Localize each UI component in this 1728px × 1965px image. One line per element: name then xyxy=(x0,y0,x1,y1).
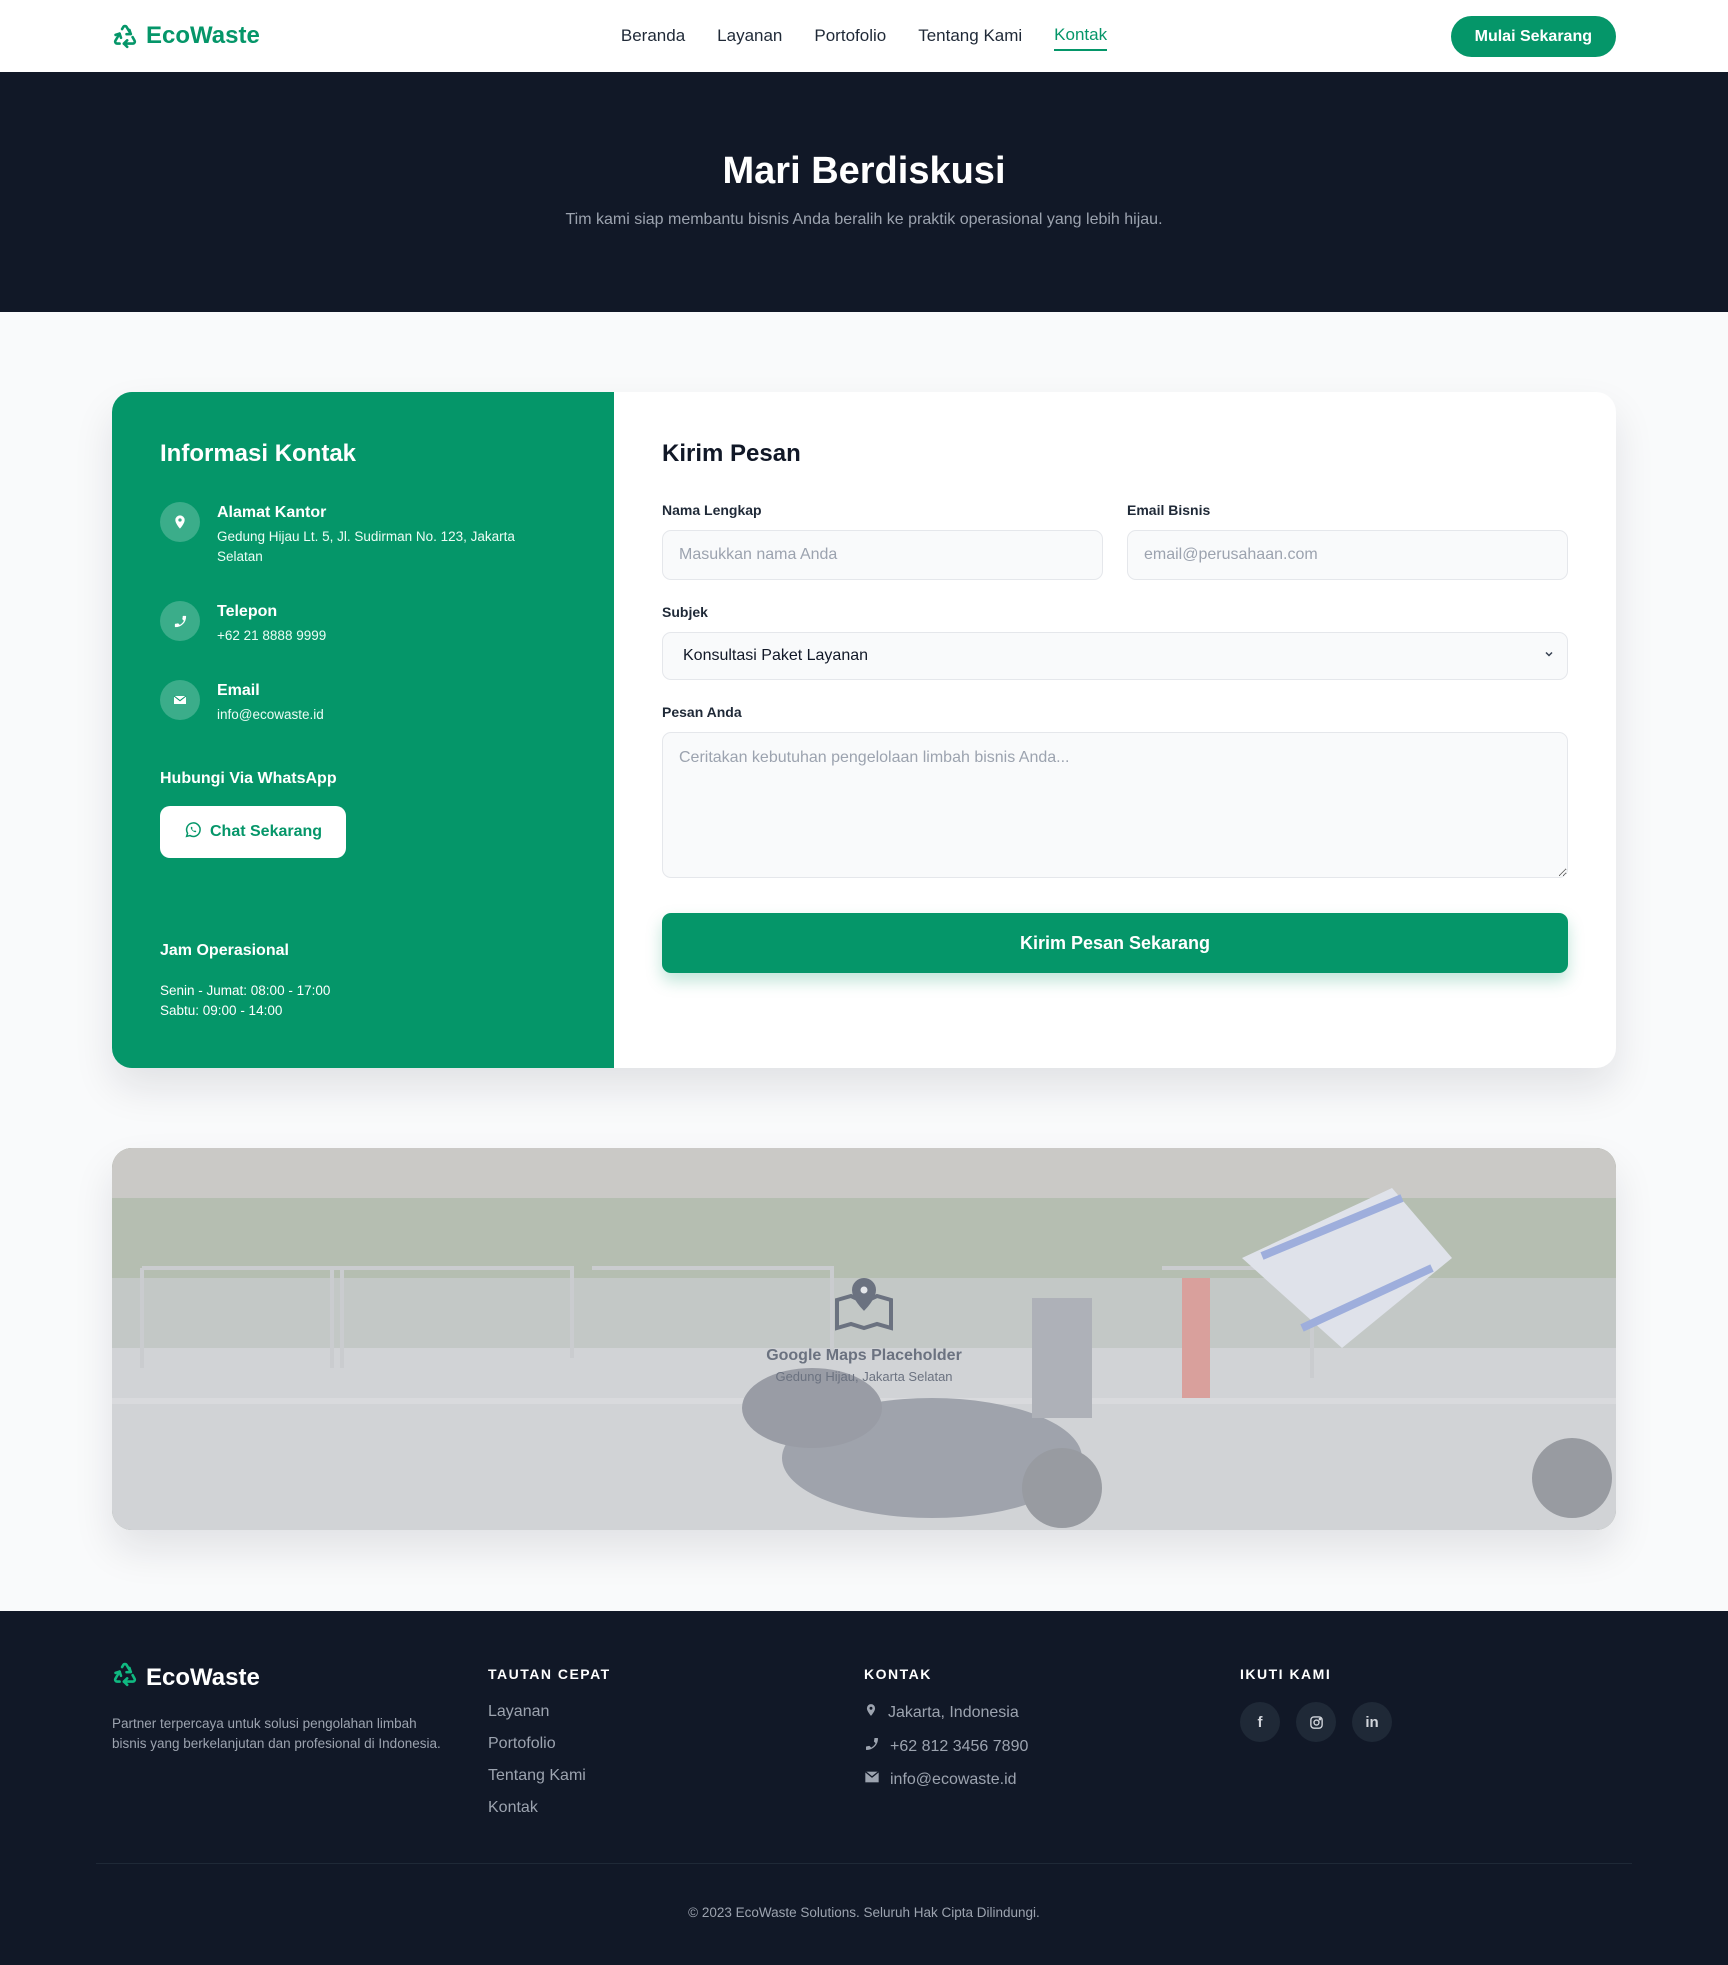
social-links: f in xyxy=(1240,1702,1616,1742)
chevron-down-icon xyxy=(1543,647,1555,665)
nav-link-kontak[interactable]: Kontak xyxy=(1054,21,1108,51)
map-icon xyxy=(829,1277,899,1336)
footer-contact: KONTAK Jakarta, Indonesia +62 812 3456 7… xyxy=(864,1661,1240,1830)
email-label: Email Bisnis xyxy=(1127,502,1211,518)
phone-icon xyxy=(160,601,200,641)
envelope-icon xyxy=(160,680,200,720)
instagram-icon[interactable] xyxy=(1296,1702,1336,1742)
brand-logo[interactable]: EcoWaste xyxy=(112,22,260,50)
map-pin-icon xyxy=(864,1702,878,1723)
whatsapp-icon xyxy=(184,821,202,844)
footer: EcoWaste Partner terpercaya untuk solusi… xyxy=(0,1611,1728,1965)
nav-link-tentang-kami[interactable]: Tentang Kami xyxy=(918,22,1022,50)
email-title: Email xyxy=(217,682,260,699)
footer-phone-text[interactable]: +62 812 3456 7890 xyxy=(890,1737,1028,1756)
map-placeholder-label: Google Maps Placeholder Gedung Hijau, Ja… xyxy=(112,1276,1616,1384)
contact-info-panel: Informasi Kontak Alamat Kantor Gedung Hi… xyxy=(112,392,614,1068)
contact-address: Alamat Kantor Gedung Hijau Lt. 5, Jl. Su… xyxy=(160,502,566,567)
map-pin-icon xyxy=(160,502,200,542)
whatsapp-button-label: Chat Sekarang xyxy=(210,823,323,840)
contact-card: Informasi Kontak Alamat Kantor Gedung Hi… xyxy=(112,392,1616,1068)
name-field-group: Nama Lengkap xyxy=(662,502,1103,580)
hours-title: Jam Operasional xyxy=(160,942,289,959)
map-section[interactable]: Google Maps Placeholder Gedung Hijau, Ja… xyxy=(112,1148,1616,1530)
phone-title: Telepon xyxy=(217,603,278,620)
top-navbar: EcoWaste Beranda Layanan Portofolio Tent… xyxy=(0,0,1728,72)
start-now-button[interactable]: Mulai Sekarang xyxy=(1450,15,1616,57)
hero-section: Mari Berdiskusi Tim kami siap membantu b… xyxy=(0,72,1728,312)
page-subtitle: Tim kami siap membantu bisnis Anda beral… xyxy=(565,211,1163,228)
nav-link-layanan[interactable]: Layanan xyxy=(717,22,782,50)
recycle-icon xyxy=(112,1661,138,1694)
footer-link-layanan[interactable]: Layanan xyxy=(488,1702,864,1721)
follow-heading: IKUTI KAMI xyxy=(1240,1666,1332,1682)
contact-email: Email info@ecowaste.id xyxy=(160,680,566,725)
message-label: Pesan Anda xyxy=(662,704,742,720)
footer-follow: IKUTI KAMI f in xyxy=(1240,1661,1616,1830)
facebook-icon[interactable]: f xyxy=(1240,1702,1280,1742)
recycle-icon xyxy=(112,23,138,49)
nav-link-portofolio[interactable]: Portofolio xyxy=(814,22,886,50)
address-title: Alamat Kantor xyxy=(217,504,327,521)
footer-divider xyxy=(96,1863,1632,1864)
footer-brand-name: EcoWaste xyxy=(146,1663,260,1691)
subject-label: Subjek xyxy=(662,604,708,620)
footer-link-portofolio[interactable]: Portofolio xyxy=(488,1734,864,1753)
map-subtitle: Gedung Hijau, Jakarta Selatan xyxy=(775,1369,953,1384)
footer-link-kontak[interactable]: Kontak xyxy=(488,1798,864,1817)
hours-weekday: Senin - Jumat: 08:00 - 17:00 xyxy=(160,983,331,998)
footer-email: info@ecowaste.id xyxy=(864,1770,1240,1789)
footer-logo[interactable]: EcoWaste xyxy=(112,1661,488,1694)
footer-email-text[interactable]: info@ecowaste.id xyxy=(890,1770,1017,1789)
envelope-icon xyxy=(864,1770,880,1789)
brand-name: EcoWaste xyxy=(146,22,260,49)
footer-description: Partner terpercaya untuk solusi pengolah… xyxy=(112,1716,441,1751)
full-name-input[interactable] xyxy=(662,530,1103,580)
whatsapp-title: Hubungi Via WhatsApp xyxy=(160,770,337,787)
email-field-group: Email Bisnis xyxy=(1127,502,1568,580)
contact-phone: Telepon +62 21 8888 9999 xyxy=(160,601,566,646)
name-label: Nama Lengkap xyxy=(662,502,762,518)
subject-field-group: Subjek Konsultasi Paket Layanan xyxy=(662,604,1568,680)
nav-link-beranda[interactable]: Beranda xyxy=(621,22,685,50)
phone-icon xyxy=(864,1736,880,1757)
hours-saturday: Sabtu: 09:00 - 14:00 xyxy=(160,1003,283,1018)
linkedin-icon[interactable]: in xyxy=(1352,1702,1392,1742)
copyright: © 2023 EcoWaste Solutions. Seluruh Hak C… xyxy=(688,1905,1040,1920)
map-title: Google Maps Placeholder xyxy=(766,1347,962,1364)
page-title: Mari Berdiskusi xyxy=(722,150,1006,192)
message-field-group: Pesan Anda xyxy=(662,704,1568,883)
send-message-button[interactable]: Kirim Pesan Sekarang xyxy=(662,913,1568,973)
footer-quick-links: TAUTAN CEPAT Layanan Portofolio Tentang … xyxy=(488,1661,864,1830)
contact-heading: KONTAK xyxy=(864,1666,932,1682)
subject-select[interactable]: Konsultasi Paket Layanan xyxy=(662,632,1568,680)
business-email-input[interactable] xyxy=(1127,530,1568,580)
form-title: Kirim Pesan xyxy=(662,440,801,467)
footer-location: Jakarta, Indonesia xyxy=(864,1702,1240,1723)
contact-info-title: Informasi Kontak xyxy=(160,440,357,467)
message-textarea[interactable] xyxy=(662,732,1568,878)
footer-link-tentang-kami[interactable]: Tentang Kami xyxy=(488,1766,864,1785)
address-value: Gedung Hijau Lt. 5, Jl. Sudirman No. 123… xyxy=(217,529,515,564)
quick-links-heading: TAUTAN CEPAT xyxy=(488,1666,611,1682)
footer-phone: +62 812 3456 7890 xyxy=(864,1736,1240,1757)
footer-location-text: Jakarta, Indonesia xyxy=(888,1704,1019,1721)
email-value[interactable]: info@ecowaste.id xyxy=(217,705,324,725)
subject-selected-value: Konsultasi Paket Layanan xyxy=(683,647,869,664)
footer-brand: EcoWaste Partner terpercaya untuk solusi… xyxy=(112,1661,488,1830)
whatsapp-chat-button[interactable]: Chat Sekarang xyxy=(160,806,347,858)
phone-value[interactable]: +62 21 8888 9999 xyxy=(217,626,326,646)
hours-list: Senin - Jumat: 08:00 - 17:00 Sabtu: 09:0… xyxy=(160,981,330,1021)
contact-form: Kirim Pesan Nama Lengkap Email Bisnis Su… xyxy=(614,392,1616,1068)
